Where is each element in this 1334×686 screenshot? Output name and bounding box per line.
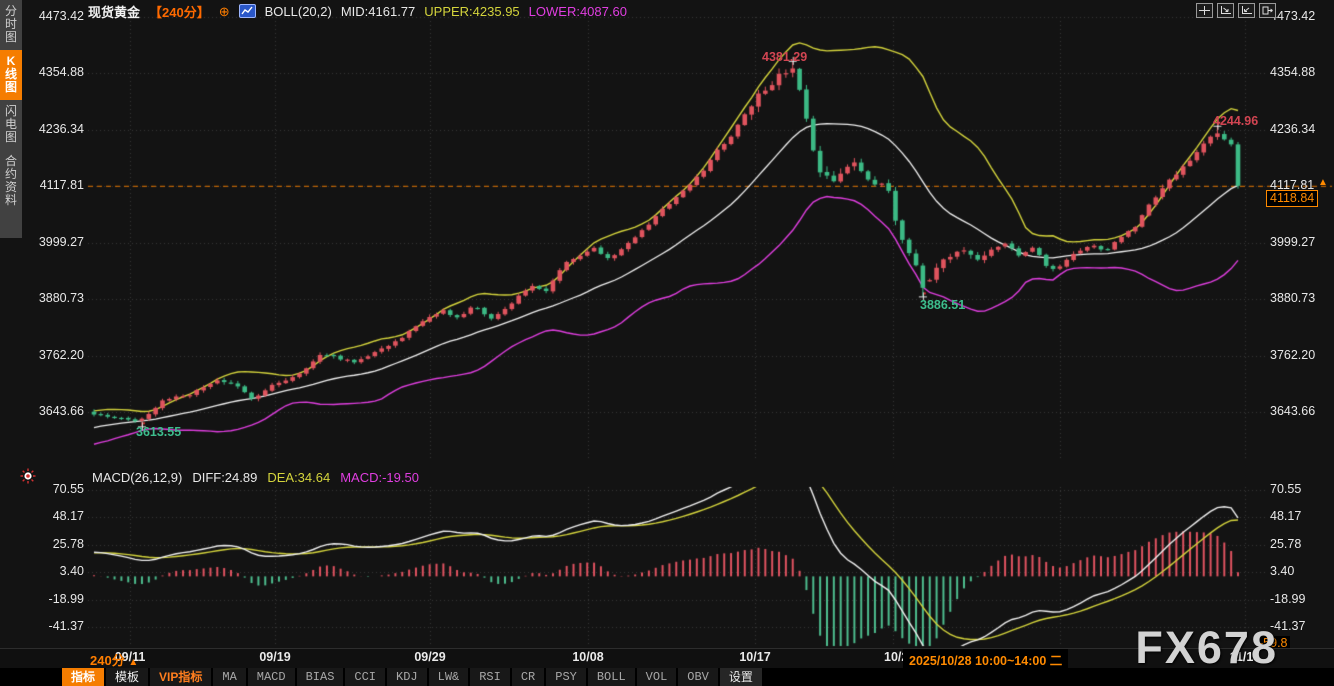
boll-mid-value: MID:4161.77 (340, 3, 416, 19)
x-axis-label: 09/29 (414, 650, 446, 664)
bottom-tab-lw[interactable]: LW& (428, 668, 469, 686)
bottom-tab-psy[interactable]: PSY (546, 668, 586, 686)
macd-axis-label-left: 3.40 (59, 564, 84, 579)
sidebar-tab-4[interactable]: 合约资料 (0, 150, 22, 213)
bottom-tab-kdj[interactable]: KDJ (387, 668, 427, 686)
macd-axis-label-right: 70.55 (1270, 482, 1302, 496)
sidebar-tab-3[interactable]: 闪电图 (0, 100, 22, 150)
bottom-tab-ma[interactable]: MA (213, 668, 246, 686)
pan-crosshair-icon[interactable] (1196, 3, 1213, 18)
macd-macd-value: MACD:-19.50 (340, 470, 419, 485)
bottom-tab-cci[interactable]: CCI (345, 668, 386, 686)
last-price-box: 4118.84 (1266, 190, 1319, 207)
exit-right-icon[interactable] (1259, 3, 1276, 18)
annotation-recent-high: 4244.96 (1213, 114, 1259, 128)
sidebar-tab-1[interactable]: 分时图 (0, 0, 22, 50)
x-axis-label: 10/17 (739, 650, 771, 664)
macd-axis-label-left: 25.78 (52, 536, 84, 551)
x-axis-strip (0, 648, 1334, 669)
x-axis-label: 11/14 (1229, 650, 1261, 664)
annotation-mid-low: 3886.51 (920, 298, 966, 312)
chart-header: 现货黄金 【240分】 ⊕ BOLL(20,2) MID:4161.77 UPP… (88, 3, 627, 20)
bottom-tab-vol[interactable]: VOL (636, 668, 677, 686)
bottom-tab-obv[interactable]: OBV (678, 668, 718, 686)
circle-plus-icon[interactable]: ⊕ (219, 5, 230, 18)
macd-axis-label-left: -41.37 (48, 618, 84, 633)
zoom-x-axis-icon[interactable] (1217, 3, 1234, 18)
candle-tooltip: 2025/10/28 10:00~14:00 二 (903, 649, 1069, 670)
y-axis-label-left: 3643.66 (38, 404, 84, 418)
y-axis-label-right: 3762.20 (1270, 347, 1316, 362)
bottom-tab-bias[interactable]: BIAS (296, 668, 344, 686)
left-sidebar: 分时图K线图闪电图合约资料 (0, 0, 22, 238)
x-axis-period-label[interactable]: 240分 ▲ (90, 650, 138, 669)
y-axis-label-right: 3643.66 (1270, 404, 1316, 418)
y-axis-label-right: 4236.34 (1270, 121, 1316, 136)
indicator-tabbar: 指标 模板 VIP指标 MA MACD BIAS CCI KDJ LW& RSI CR PSY BOLL… (0, 668, 1334, 686)
symbol-name: 现货黄金 (88, 4, 141, 20)
boll-upper-value: UPPER:4235.95 (424, 3, 520, 19)
bottom-tab-[interactable]: 指标 (62, 668, 105, 686)
macd-axis-label-right: 25.78 (1270, 536, 1302, 551)
boll-params-label: BOLL(20,2) (264, 3, 332, 19)
macd-axis-label-left: 48.17 (52, 509, 84, 524)
price-up-arrow-icon: ▲ (1318, 177, 1328, 188)
y-axis-label-left: 4117.81 (39, 178, 84, 193)
y-axis-label-left: 4473.42 (38, 9, 84, 23)
macd-params-label: MACD(26,12,9) (92, 470, 183, 485)
macd-axis-label-left: 70.55 (52, 482, 84, 496)
chart-canvas[interactable] (0, 0, 1334, 686)
y-axis-label-right: 3999.27 (1270, 234, 1316, 249)
period-badge: 【240分】 (149, 4, 210, 20)
bottom-tab-macd[interactable]: MACD (247, 668, 295, 686)
boll-lower-value: LOWER:4087.60 (528, 3, 627, 19)
y-axis-label-right: 4473.42 (1270, 9, 1316, 23)
y-axis-label-left: 3999.27 (38, 234, 84, 249)
macd-header: MACD(26,12,9) DIFF:24.89 DEA:34.64 MACD:… (92, 470, 419, 485)
macd-axis-label-right: 3.40 (1270, 564, 1295, 579)
y-axis-label-left: 3762.20 (38, 347, 84, 362)
y-axis-label-left: 3880.73 (38, 291, 84, 306)
bottom-tab-[interactable]: 设置 (719, 668, 762, 686)
y-axis-label-right: 4354.88 (1270, 65, 1316, 80)
y-axis-label-left: 4354.88 (38, 65, 84, 80)
y-axis-label-left: 4236.34 (38, 121, 84, 136)
indicator-settings-icon[interactable] (20, 468, 36, 489)
trading-app: 分时图K线图闪电图合约资料 现货黄金 【240分】 ⊕ BOLL(20,2) M… (0, 0, 1334, 686)
macd-axis-label-right: -18.99 (1270, 591, 1306, 606)
x-axis-label: 09/19 (259, 650, 291, 664)
bottom-tab-cr[interactable]: CR (511, 668, 545, 686)
macd-axis-label-right: -41.37 (1270, 618, 1306, 633)
bottom-tab-[interactable]: 模板 (106, 668, 149, 686)
bottom-tab-boll[interactable]: BOLL (587, 668, 635, 686)
annotation-peak-high: 4381.29 (762, 50, 808, 64)
bottom-tab-vip[interactable]: VIP指标 (150, 668, 212, 686)
period-up-arrow-icon: ▲ (128, 657, 139, 668)
chart-type-icon[interactable] (238, 4, 256, 18)
macd-dea-value: DEA:34.64 (267, 470, 331, 485)
macd-axis-label-left: -18.99 (48, 591, 84, 606)
chart-toolbar (1196, 3, 1276, 18)
macd-diff-value: DIFF:24.89 (192, 470, 258, 485)
zoom-y-axis-icon[interactable] (1238, 3, 1255, 18)
annotation-start-low: 3613.55 (136, 425, 182, 439)
macd-axis-label-right: 48.17 (1270, 509, 1302, 524)
bottom-tab-rsi[interactable]: RSI (470, 668, 510, 686)
y-axis-label-right: 3880.73 (1270, 291, 1316, 306)
sidebar-tab-2[interactable]: K线图 (0, 50, 22, 100)
x-axis-label: 10/08 (572, 650, 604, 664)
